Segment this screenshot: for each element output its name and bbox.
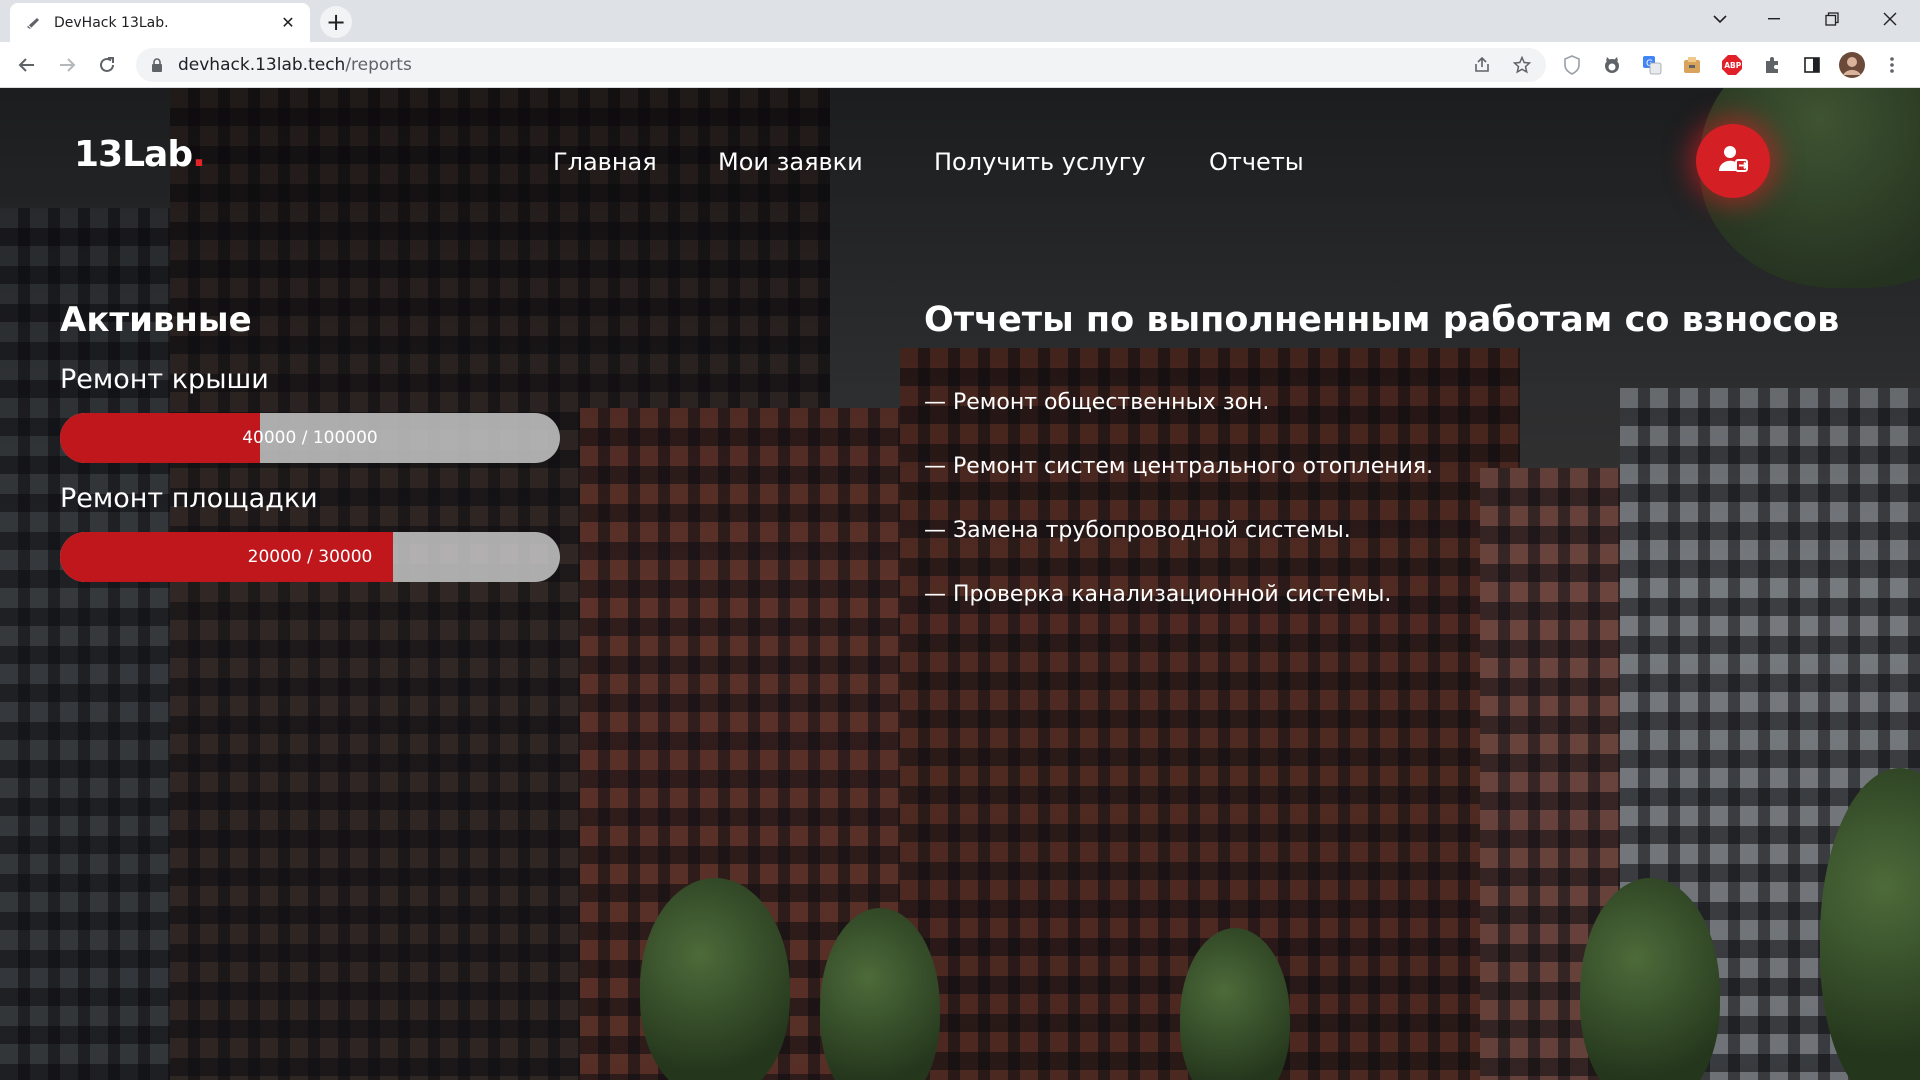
logo-dot: . bbox=[192, 134, 206, 175]
nav-link-home[interactable]: Главная bbox=[553, 148, 657, 176]
nav-link-my-requests[interactable]: Мои заявки bbox=[718, 148, 863, 176]
new-tab-button[interactable]: + bbox=[320, 6, 352, 38]
reports-title: Отчеты по выполненным работам со взносов bbox=[924, 300, 1840, 340]
shield-extension-icon[interactable] bbox=[1558, 51, 1586, 79]
active-title: Активные bbox=[60, 300, 252, 340]
minimize-icon[interactable] bbox=[1748, 0, 1800, 38]
user-logout-icon bbox=[1717, 143, 1749, 179]
browser-menu-icon[interactable] bbox=[1878, 51, 1906, 79]
active-funds-panel: Активные Ремонт крыши 40000 / 100000 Рем… bbox=[60, 300, 560, 582]
fund-name-roof: Ремонт крыши bbox=[60, 364, 269, 395]
tab-favicon-icon bbox=[24, 14, 42, 32]
report-item: — Ремонт общественных зон. bbox=[924, 390, 1270, 415]
logo-text: 13Lab bbox=[74, 134, 193, 175]
nav-link-get-service[interactable]: Получить услугу bbox=[934, 148, 1146, 176]
cat-extension-icon[interactable] bbox=[1598, 51, 1626, 79]
report-item: — Проверка канализационной системы. bbox=[924, 582, 1392, 607]
address-bar[interactable]: devhack.13lab.tech/reports bbox=[136, 48, 1546, 82]
translate-extension-icon[interactable]: G bbox=[1638, 51, 1666, 79]
site-logo[interactable]: 13Lab. bbox=[74, 134, 206, 175]
nav-link-reports[interactable]: Отчеты bbox=[1209, 148, 1304, 176]
box-extension-icon[interactable] bbox=[1678, 51, 1706, 79]
puzzle-extensions-icon[interactable] bbox=[1758, 51, 1786, 79]
url-path: /reports bbox=[345, 55, 412, 75]
browser-toolbar: devhack.13lab.tech/reports G ABP bbox=[0, 42, 1920, 88]
progress-bar-roof: 40000 / 100000 bbox=[60, 413, 560, 463]
url-host: devhack.13lab.tech bbox=[178, 55, 346, 75]
report-item: — Замена трубопроводной системы. bbox=[924, 518, 1351, 543]
fund-name-playground: Ремонт площадки bbox=[60, 483, 318, 514]
reports-panel: Отчеты по выполненным работам со взносов… bbox=[924, 300, 1884, 607]
close-window-icon[interactable] bbox=[1864, 0, 1916, 38]
adblock-extension-icon[interactable]: ABP bbox=[1718, 51, 1746, 79]
tab-close-icon[interactable]: ✕ bbox=[278, 13, 298, 33]
browser-tab-bar: DevHack 13Lab. ✕ + bbox=[0, 0, 1920, 42]
restore-icon[interactable] bbox=[1806, 0, 1858, 38]
progress-bar-playground: 20000 / 30000 bbox=[60, 532, 560, 582]
share-icon[interactable] bbox=[1468, 51, 1496, 79]
tab-title: DevHack 13Lab. bbox=[54, 14, 169, 31]
progress-label-playground: 20000 / 30000 bbox=[247, 547, 373, 567]
progress-label-roof: 40000 / 100000 bbox=[242, 428, 378, 448]
forward-arrow-icon[interactable] bbox=[52, 50, 82, 80]
bookmark-star-icon[interactable] bbox=[1508, 51, 1536, 79]
report-item: — Ремонт систем центрального отопления. bbox=[924, 454, 1434, 479]
side-panel-icon[interactable] bbox=[1798, 51, 1826, 79]
browser-tab[interactable]: DevHack 13Lab. ✕ bbox=[10, 3, 310, 42]
back-arrow-icon[interactable] bbox=[12, 50, 42, 80]
user-logout-button[interactable] bbox=[1696, 124, 1770, 198]
tab-search-icon[interactable] bbox=[1694, 0, 1746, 38]
page-background: 13Lab. Главная Мои заявки Получить услуг… bbox=[0, 88, 1920, 1080]
lock-icon[interactable] bbox=[150, 58, 164, 72]
profile-avatar[interactable] bbox=[1838, 51, 1866, 79]
svg-text:ABP: ABP bbox=[1724, 61, 1742, 70]
reload-icon[interactable] bbox=[92, 50, 122, 80]
